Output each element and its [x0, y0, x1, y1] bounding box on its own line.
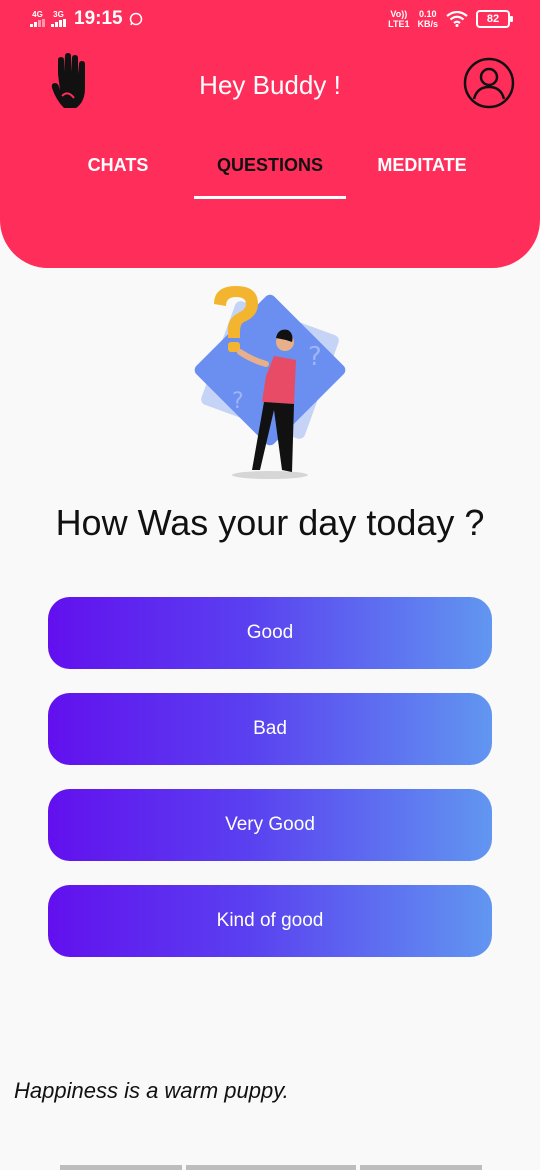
sim1-signal-icon: 4G — [30, 11, 45, 27]
tab-chats[interactable]: CHATS — [38, 148, 198, 182]
app-title: Hey Buddy ! — [199, 70, 341, 100]
tab-bar: CHATS QUESTIONS MEDITATE — [0, 148, 540, 200]
tab-indicator — [194, 196, 346, 199]
status-right: Vo)) LTE1 0.10 KB/s 82 — [388, 9, 513, 29]
wifi-icon — [446, 11, 468, 27]
sim2-signal-icon: 3G — [51, 11, 66, 27]
bottom-segment — [360, 1165, 482, 1170]
speed-unit: KB/s — [417, 19, 438, 29]
network-line1: Vo)) — [390, 9, 408, 19]
bottom-segment — [60, 1165, 182, 1170]
tab-meditate[interactable]: MEDITATE — [342, 148, 502, 182]
answer-very-good-button[interactable]: Very Good — [48, 789, 492, 861]
svg-text:?: ? — [232, 389, 244, 414]
whatsapp-icon — [129, 12, 142, 26]
sim1-label: 4G — [32, 10, 43, 19]
bottom-segment — [186, 1165, 356, 1170]
bottom-partial-bar — [60, 1165, 482, 1170]
question-illustration: ? ? — [194, 286, 346, 479]
answer-bad-button[interactable]: Bad — [48, 693, 492, 765]
battery-indicator: 82 — [476, 10, 513, 28]
sim2-label: 3G — [53, 10, 64, 19]
question-text: How Was your day today ? — [55, 502, 485, 543]
status-left: 4G 3G 19:15 — [30, 8, 143, 30]
svg-text:?: ? — [308, 342, 322, 372]
status-time: 19:15 — [74, 8, 123, 29]
header: 4G 3G 19:15 Vo)) LTE1 0.10 KB/s 82 Hey B… — [0, 0, 540, 268]
quote-text: Happiness is a warm puppy. — [14, 1078, 289, 1103]
network-speed: 0.10 KB/s — [417, 9, 438, 29]
app-screen: 4G 3G 19:15 Vo)) LTE1 0.10 KB/s 82 Hey B… — [0, 0, 540, 1170]
answer-kind-of-good-button[interactable]: Kind of good — [48, 885, 492, 957]
network-line2: LTE1 — [388, 19, 410, 29]
speed-value: 0.10 — [418, 9, 437, 19]
user-circle-icon[interactable] — [463, 57, 515, 109]
network-type: Vo)) LTE1 — [388, 9, 409, 29]
answer-good-button[interactable]: Good — [48, 597, 492, 669]
tab-questions[interactable]: QUESTIONS — [190, 148, 350, 182]
status-bar: 4G 3G 19:15 Vo)) LTE1 0.10 KB/s 82 — [0, 0, 540, 40]
